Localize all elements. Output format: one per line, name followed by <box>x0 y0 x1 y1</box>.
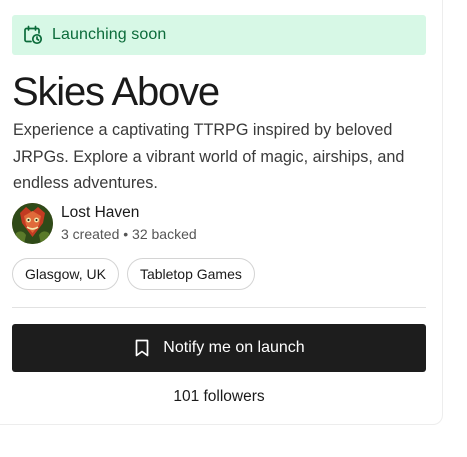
creator-stats: 3 created • 32 backed <box>61 226 197 242</box>
launch-status-label: Launching soon <box>52 26 167 43</box>
divider <box>12 307 426 308</box>
creator-info[interactable]: Lost Haven 3 created • 32 backed <box>12 202 197 244</box>
project-card: Launching soon Skies Above Experience a … <box>0 0 443 425</box>
creator-details: Lost Haven 3 created • 32 backed <box>61 203 197 243</box>
creator-name[interactable]: Lost Haven <box>61 203 197 223</box>
followers-count: 101 followers <box>173 388 265 405</box>
notify-button-label: Notify me on launch <box>163 339 305 356</box>
notify-me-button[interactable]: Notify me on launch <box>12 324 426 372</box>
tag-category[interactable]: Tabletop Games <box>126 258 255 290</box>
calendar-clock-icon <box>22 24 44 46</box>
tag-location[interactable]: Glasgow, UK <box>12 258 119 290</box>
project-title: Skies Above <box>12 70 220 114</box>
bookmark-icon <box>133 338 151 358</box>
launch-status-banner: Launching soon <box>12 15 426 55</box>
project-tags: Glasgow, UK Tabletop Games <box>12 258 255 290</box>
creator-avatar[interactable] <box>12 202 53 244</box>
project-description: Experience a captivating TTRPG inspired … <box>13 121 405 192</box>
